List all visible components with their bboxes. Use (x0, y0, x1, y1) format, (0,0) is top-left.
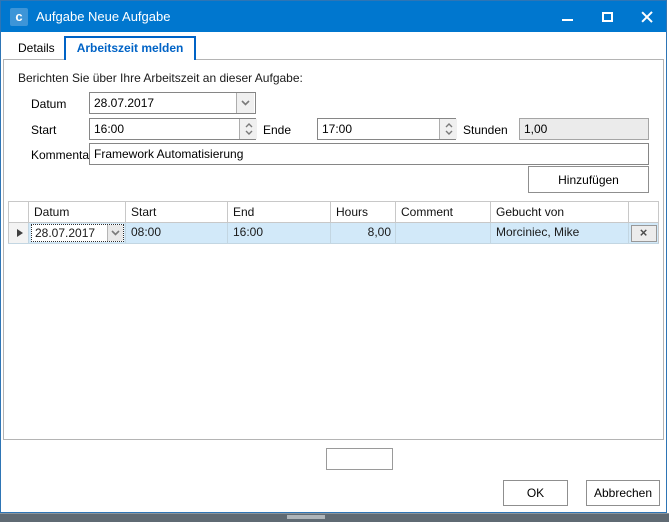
row-start-cell[interactable]: 08:00 (126, 223, 228, 243)
row-comment-cell[interactable] (396, 223, 491, 243)
close-button[interactable] (634, 6, 660, 28)
table-row[interactable]: 28.07.2017 08:00 16:00 8,00 Morciniec, M… (8, 223, 659, 244)
row-selector-cell[interactable] (8, 223, 29, 243)
current-row-marker-icon (17, 229, 23, 237)
minimize-button[interactable] (554, 6, 580, 28)
datum-label: Datum (31, 97, 66, 111)
grid-header-datum[interactable]: Datum (29, 201, 126, 223)
row-datum-editor[interactable]: 28.07.2017 (31, 224, 124, 242)
start-spinner[interactable] (239, 119, 257, 139)
kommentar-label: Kommentar (31, 148, 93, 162)
spinner-down-icon (445, 130, 453, 135)
datum-dropdown-button[interactable] (236, 93, 254, 113)
minimize-icon (562, 19, 573, 21)
tab-strip: Details Arbeitszeit melden (9, 37, 196, 60)
task-dialog: c Aufgabe Neue Aufgabe Details Arbeitsze… (0, 0, 667, 513)
grid-header-gebucht-von[interactable]: Gebucht von (491, 201, 629, 223)
spinner-down-icon (245, 130, 253, 135)
title-bar: c Aufgabe Neue Aufgabe (1, 1, 666, 32)
grid-header-end[interactable]: End (228, 201, 331, 223)
app-icon: c (10, 8, 28, 26)
footer-mini-input[interactable] (326, 448, 393, 470)
background-strip (0, 513, 669, 522)
background-scrollbar-thumb (287, 515, 325, 519)
row-gebucht-von-cell[interactable]: Morciniec, Mike (491, 223, 629, 243)
grid-header-selector (8, 201, 29, 223)
start-input[interactable] (89, 118, 256, 140)
tab-arbeitszeit-melden[interactable]: Arbeitszeit melden (64, 36, 197, 60)
maximize-button[interactable] (594, 6, 620, 28)
row-datum-value: 28.07.2017 (35, 226, 95, 240)
maximize-icon (602, 12, 613, 22)
row-end-cell[interactable]: 16:00 (228, 223, 331, 243)
grid-header-actions (629, 201, 659, 223)
kommentar-input[interactable] (89, 143, 649, 165)
row-datum-dropdown-button[interactable] (107, 225, 123, 241)
delete-row-button[interactable]: × (631, 225, 657, 242)
chevron-down-icon (241, 100, 250, 106)
window-title: Aufgabe Neue Aufgabe (36, 9, 170, 24)
row-actions-cell: × (629, 223, 659, 243)
grid-header-row: Datum Start End Hours Comment Gebucht vo… (8, 201, 659, 223)
grid-header-comment[interactable]: Comment (396, 201, 491, 223)
abbrechen-button[interactable]: Abbrechen (586, 480, 660, 506)
spinner-up-icon (445, 123, 453, 128)
chevron-down-icon (111, 230, 120, 236)
grid-header-hours[interactable]: Hours (331, 201, 396, 223)
grid-header-start[interactable]: Start (126, 201, 228, 223)
stunden-label: Stunden (463, 123, 508, 137)
stunden-readonly-field (519, 118, 649, 140)
ok-button[interactable]: OK (503, 480, 568, 506)
start-label: Start (31, 123, 56, 137)
spinner-up-icon (245, 123, 253, 128)
ende-input[interactable] (317, 118, 456, 140)
instruction-text: Berichten Sie über Ihre Arbeitszeit an d… (18, 71, 303, 85)
row-datum-cell[interactable]: 28.07.2017 (29, 223, 126, 243)
worktime-grid: Datum Start End Hours Comment Gebucht vo… (8, 201, 659, 244)
row-hours-cell[interactable]: 8,00 (331, 223, 396, 243)
datum-input[interactable] (89, 92, 256, 114)
ende-label: Ende (263, 123, 291, 137)
ende-spinner[interactable] (439, 119, 457, 139)
close-icon (641, 11, 653, 23)
hinzufuegen-button[interactable]: Hinzufügen (528, 166, 649, 193)
tab-details[interactable]: Details (9, 38, 64, 60)
